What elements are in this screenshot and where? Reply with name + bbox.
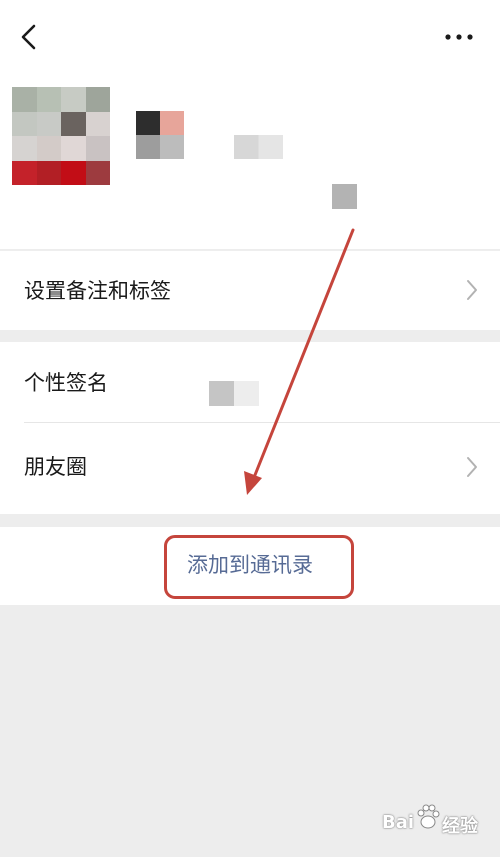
nickname-mosaic-tile: [136, 111, 160, 135]
avatar-mosaic-tile: [12, 111, 37, 136]
chevron-left-icon[interactable]: [16, 22, 44, 52]
avatar-mosaic-tile: [36, 87, 61, 112]
avatar-mosaic-tile: [36, 160, 61, 185]
avatar-mosaic-tile: [36, 136, 61, 161]
signature-label: 个性签名: [24, 371, 108, 395]
section-gap: [0, 514, 500, 527]
chevron-right-icon: [467, 457, 477, 477]
annotation-highlight-box: [164, 535, 354, 599]
moments-label: 朋友圈: [24, 455, 87, 479]
watermark-text-right: 经验: [442, 816, 478, 837]
avatar-mosaic-tile: [85, 136, 110, 161]
nickname-mosaic-tile: [160, 111, 184, 135]
blurred-nickname: [136, 111, 184, 159]
watermark-text-left: Bai: [382, 812, 415, 833]
avatar-mosaic-tile: [85, 87, 110, 112]
blurred-wechat-id: [332, 184, 357, 209]
avatar-mosaic-tile: [61, 160, 86, 185]
avatar-mosaic-tile: [85, 160, 110, 185]
avatar-mosaic-tile: [61, 87, 86, 112]
avatar-mosaic-tile: [12, 87, 37, 112]
blurred-remark: [234, 135, 283, 159]
profile-info-card: 个性签名 朋友圈: [0, 342, 500, 514]
avatar-mosaic-tile: [36, 111, 61, 136]
avatar-mosaic-tile: [12, 160, 37, 185]
set-remark-tags-label: 设置备注和标签: [24, 279, 171, 303]
avatar[interactable]: [12, 87, 110, 185]
nickname-mosaic-tile: [160, 135, 184, 159]
paw-icon: [417, 804, 440, 829]
chevron-right-icon: [467, 280, 477, 300]
avatar-mosaic-tile: [85, 111, 110, 136]
blurred-signature: [209, 381, 259, 406]
set-remark-tags-row[interactable]: 设置备注和标签: [0, 250, 500, 330]
more-dots-icon[interactable]: [444, 31, 474, 43]
moments-row[interactable]: 朋友圈: [0, 423, 500, 514]
baidu-watermark: Bai 经验: [382, 800, 494, 840]
section-gap: [0, 330, 500, 342]
avatar-mosaic-tile: [12, 136, 37, 161]
avatar-mosaic-tile: [61, 111, 86, 136]
avatar-mosaic-tile: [61, 136, 86, 161]
nickname-mosaic-tile: [136, 135, 160, 159]
